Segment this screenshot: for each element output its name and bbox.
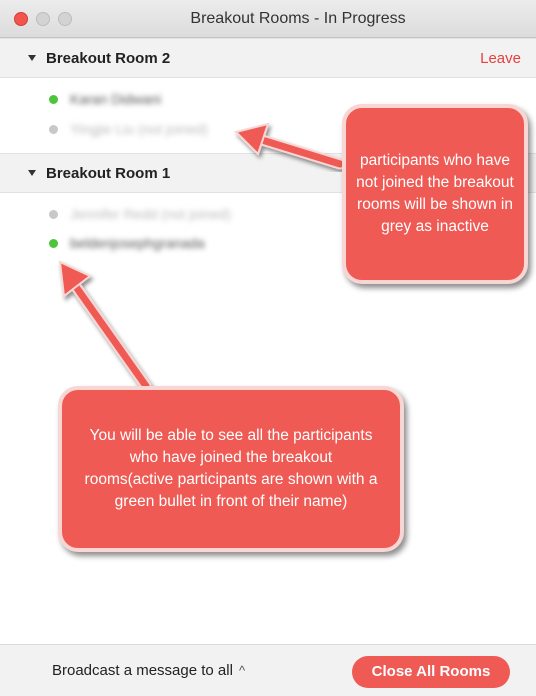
title-bar: Breakout Rooms - In Progress [0, 0, 536, 38]
active-status-dot-icon [49, 239, 58, 248]
participant-name: beldenjosephgranada [70, 235, 205, 251]
leave-button[interactable]: Leave [480, 50, 521, 67]
close-all-rooms-button[interactable]: Close All Rooms [352, 656, 510, 688]
room-name: Breakout Room 2 [46, 50, 171, 67]
chevron-up-icon: ^ [238, 663, 246, 678]
inactive-status-dot-icon [49, 210, 58, 219]
arrow-to-active-participant [58, 260, 152, 392]
inactive-status-dot-icon [49, 125, 58, 134]
active-status-dot-icon [49, 95, 58, 104]
participant-name: Yingjie Liu (not joined) [70, 121, 209, 137]
participant-name: Karan Didwani [70, 91, 162, 107]
active-annotation-callout: You will be able to see all the particip… [58, 386, 404, 552]
footer-bar: Broadcast a message to all ^ Close All Ro… [0, 644, 536, 696]
room-name: Breakout Room 1 [46, 165, 171, 182]
room-header-breakout-room-2[interactable]: Breakout Room 2 Leave [0, 38, 536, 78]
inactive-annotation-callout: participants who have not joined the bre… [342, 104, 528, 284]
caret-down-icon[interactable] [28, 55, 36, 61]
caret-down-icon[interactable] [28, 170, 36, 176]
window-title: Breakout Rooms - In Progress [190, 10, 406, 27]
broadcast-label: Broadcast a message to all [52, 662, 233, 679]
participant-name: Jennifer Redd (not joined) [70, 206, 232, 222]
broadcast-message-button[interactable]: Broadcast a message to all ^ [52, 662, 245, 679]
